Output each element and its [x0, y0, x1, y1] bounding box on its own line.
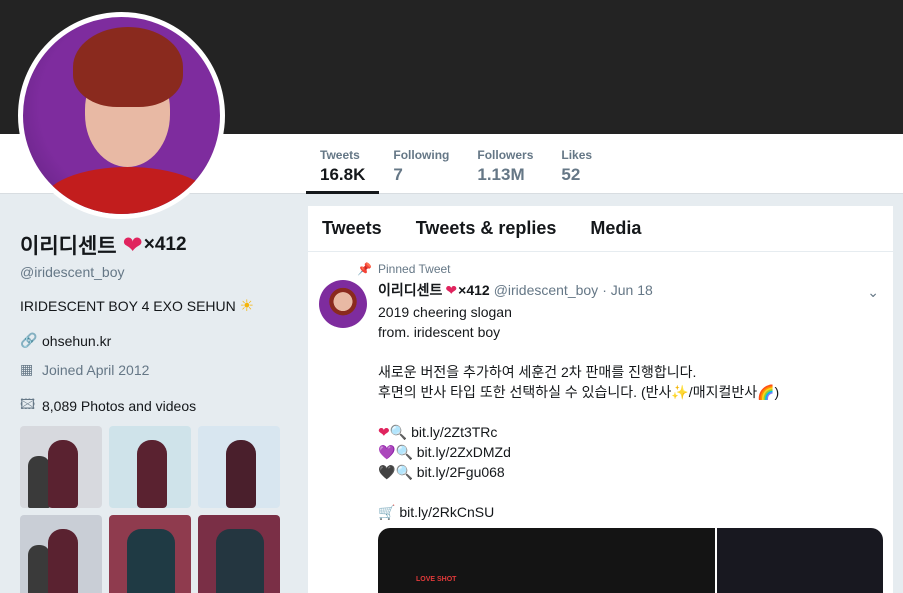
photos-label[interactable]: 8,089 Photos and videos	[42, 398, 196, 414]
tweet-media[interactable]: LOVE SHOT	[378, 528, 883, 593]
profile-handle[interactable]: @iridescent_boy	[20, 264, 290, 280]
tweet-link-row: 🖤🔍 bit.ly/2Fgu068	[378, 462, 881, 482]
stat-following[interactable]: Following 7	[379, 134, 463, 194]
photo-thumb[interactable]	[109, 515, 191, 593]
media-image-right[interactable]	[715, 528, 883, 593]
tweet-link[interactable]: bit.ly/2Fgu068	[417, 464, 505, 480]
tweet-date[interactable]: · Jun 18	[602, 282, 653, 298]
profile-joined-text: Joined April 2012	[42, 361, 150, 378]
stat-label: Tweets	[320, 148, 360, 162]
stat-followers[interactable]: Followers 1.13M	[463, 134, 547, 194]
pinned-tweet[interactable]: 📌 Pinned Tweet ⌄ 이리디센트 ❤ ×412 @iridescen…	[308, 252, 893, 522]
profile-bio-text: IRIDESCENT BOY 4 EXO SEHUN	[20, 298, 236, 314]
chevron-down-icon[interactable]: ⌄	[867, 284, 879, 301]
stat-label: Likes	[561, 148, 593, 162]
stat-value: 7	[393, 165, 403, 184]
stat-label: Followers	[477, 148, 534, 162]
profile-name[interactable]: 이리디센트	[20, 230, 117, 260]
profile-avatar[interactable]	[18, 12, 225, 219]
tweet-line	[378, 482, 881, 502]
tweet-author-suffix: ×412	[458, 282, 490, 298]
stat-tweets[interactable]: Tweets 16.8K	[306, 134, 380, 194]
tweet-link-row: ❤🔍 bit.ly/2Zt3TRc	[378, 422, 881, 442]
heart-icon: ❤	[122, 231, 143, 259]
tweet-link[interactable]: bit.ly/2RkCnSU	[399, 504, 494, 520]
photos-header[interactable]: 🖾 8,089 Photos and videos	[20, 394, 290, 418]
purple-heart-icon: 💜	[378, 444, 396, 460]
pinned-label: 📌 Pinned Tweet	[357, 262, 881, 276]
photo-thumb[interactable]	[109, 426, 191, 508]
tweet-line: 2019 cheering slogan	[378, 304, 512, 320]
profile-bio: IRIDESCENT BOY 4 EXO SEHUN ☀	[20, 296, 290, 316]
stat-label: Following	[393, 148, 450, 162]
thumb-figure	[226, 440, 256, 508]
profile-link-text[interactable]: ohsehun.kr	[42, 333, 111, 349]
tweet-author-name[interactable]: 이리디센트	[378, 280, 442, 300]
magnifier-icon: 🔍	[395, 464, 413, 480]
thumb-figure	[127, 529, 175, 593]
magnifier-icon: 🔍	[389, 424, 408, 440]
thumb-figure	[48, 440, 78, 508]
stat-likes[interactable]: Likes 52	[547, 134, 606, 194]
tweet-author-handle[interactable]: @iridescent_boy	[494, 282, 599, 298]
stat-value: 52	[561, 165, 581, 184]
pin-icon: 📌	[357, 262, 372, 276]
tweet-line	[378, 402, 881, 422]
thumb-figure	[216, 529, 264, 593]
sun-icon: ☀	[239, 298, 254, 315]
tweet-line: 후면의 반사 타입 또한 선택하실 수 있습니다. (반사✨/매지컬반사🌈)	[378, 384, 780, 400]
tweet-line: 새로운 버전을 추가하여 세훈건 2차 판매를 진행합니다.	[378, 364, 697, 380]
black-heart-icon: 🖤	[378, 464, 396, 480]
avatar-shirt	[43, 167, 213, 214]
photo-thumb[interactable]	[20, 515, 102, 593]
profile-link[interactable]: 🔗 ohsehun.kr	[20, 332, 290, 349]
tweet-header: 이리디센트 ❤ ×412 @iridescent_boy · Jun 18	[378, 280, 881, 300]
tweet-link[interactable]: bit.ly/2ZxDMZd	[417, 444, 511, 460]
timeline: Tweets Tweets & replies Media 📌 Pinned T…	[307, 205, 894, 593]
tweet-line	[378, 342, 881, 362]
magnifier-icon: 🔍	[395, 444, 413, 460]
photo-thumb[interactable]	[198, 426, 280, 508]
profile-sidebar: 이리디센트 ❤ ×412 @iridescent_boy IRIDESCENT …	[20, 230, 290, 593]
tab-tweets[interactable]: Tweets	[322, 218, 382, 239]
profile-name-suffix: ×412	[143, 234, 187, 255]
photo-thumb[interactable]	[20, 426, 102, 508]
media-image-left[interactable]: LOVE SHOT	[378, 528, 715, 593]
profile-name-line: 이리디센트 ❤ ×412	[20, 230, 290, 260]
calendar-icon: ▦	[20, 361, 34, 377]
media-caption: LOVE SHOT	[416, 576, 457, 583]
thumb-figure	[28, 456, 50, 508]
photo-grid	[20, 426, 290, 593]
thumb-figure	[28, 545, 50, 593]
photo-thumb[interactable]	[198, 515, 280, 593]
thumb-figure	[48, 529, 78, 593]
pinned-text: Pinned Tweet	[378, 262, 451, 276]
profile-stats: Tweets 16.8K Following 7 Followers 1.13M…	[306, 134, 606, 194]
profile-joined: ▦ Joined April 2012	[20, 361, 290, 378]
red-heart-icon: ❤	[378, 424, 390, 440]
tweet-link-row: 💜🔍 bit.ly/2ZxDMZd	[378, 442, 881, 462]
tweet-avatar[interactable]	[319, 280, 367, 328]
tweet-link-row: 🛒 bit.ly/2RkCnSU	[378, 502, 881, 522]
avatar-hair	[73, 27, 183, 107]
link-icon: 🔗	[20, 332, 38, 348]
timeline-tabs: Tweets Tweets & replies Media	[308, 206, 893, 252]
photos-icon: 🖾	[20, 396, 36, 412]
tweet-link[interactable]: bit.ly/2Zt3TRc	[411, 424, 497, 440]
tweet-body: 2019 cheering slogan from. iridescent bo…	[378, 302, 881, 522]
stat-value: 1.13M	[477, 165, 525, 184]
thumb-figure	[137, 440, 167, 508]
tweet-line: from. iridescent boy	[378, 324, 501, 340]
tab-tweets-replies[interactable]: Tweets & replies	[416, 218, 557, 239]
heart-icon: ❤	[445, 281, 458, 298]
tab-media[interactable]: Media	[590, 218, 641, 239]
stat-value: 16.8K	[320, 165, 366, 184]
cart-icon: 🛒	[378, 504, 396, 520]
